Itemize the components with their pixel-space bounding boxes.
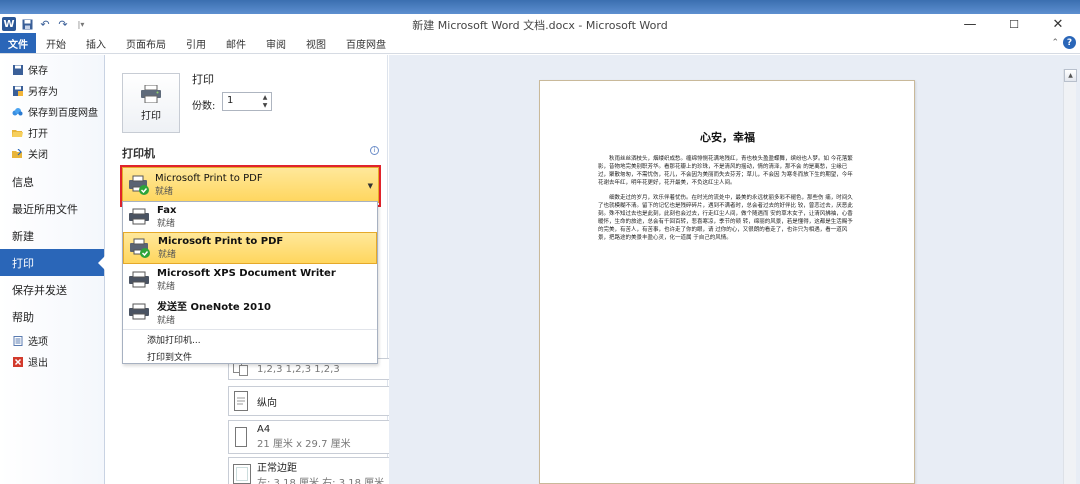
minimize-button[interactable]: — bbox=[948, 14, 992, 34]
nav-save-and-send[interactable]: 保存并发送 bbox=[0, 276, 104, 303]
paper-size-dims: 21 厘米 x 29.7 厘米 bbox=[257, 439, 351, 450]
tab-file[interactable]: 文件 bbox=[0, 33, 36, 53]
nav-print[interactable]: 打印 bbox=[0, 249, 105, 276]
tab-baidu-netdisk[interactable]: 百度网盘 bbox=[336, 33, 396, 53]
tab-mailings[interactable]: 邮件 bbox=[216, 33, 256, 53]
margins-icon bbox=[233, 464, 251, 484]
printer-option-status: 就绪 bbox=[157, 219, 176, 229]
document-title: 心安，幸福 bbox=[700, 131, 755, 144]
window-title: 新建 Microsoft Word 文档.docx - Microsoft Wo… bbox=[412, 19, 668, 32]
nav-exit[interactable]: 退出 bbox=[0, 351, 104, 372]
options-icon bbox=[12, 335, 23, 346]
nav-exit-label: 退出 bbox=[28, 358, 48, 369]
folder-close-icon bbox=[12, 148, 23, 159]
backstage-nav: 保存 另存为 保存到百度网盘 打开 关闭 信息 最近所用文件 新建 打印 保存并… bbox=[0, 55, 105, 484]
onenote-printer-icon bbox=[129, 303, 149, 320]
tab-page-layout[interactable]: 页面布局 bbox=[116, 33, 176, 53]
xps-printer-icon bbox=[129, 271, 149, 288]
nav-save[interactable]: 保存 bbox=[0, 59, 104, 80]
preview-scrollbar[interactable]: ▲ bbox=[1063, 69, 1077, 484]
print-heading: 打印 bbox=[192, 73, 214, 86]
help-icon[interactable]: ? bbox=[1063, 36, 1076, 49]
copies-spin-buttons[interactable]: ▲ ▼ bbox=[260, 94, 270, 109]
spin-down-icon[interactable]: ▼ bbox=[263, 102, 268, 109]
help-area: ⌃ ? bbox=[1051, 36, 1076, 49]
close-button[interactable]: ✕ bbox=[1036, 14, 1080, 34]
print-to-file-option[interactable]: 打印到文件 bbox=[123, 348, 377, 365]
nav-save-as-label: 另存为 bbox=[28, 87, 58, 98]
printer-dropdown-list: Fax 就绪 Microsoft Print to PDF 就绪 Microso… bbox=[122, 201, 378, 364]
nav-info[interactable]: 信息 bbox=[0, 168, 104, 195]
cloud-icon bbox=[12, 106, 23, 117]
document-paragraph-2: 细数走过的岁月，欢乐伴着忧伤。在时光的流处中，最美的永远枕丽多彩不褪色，那些伤 … bbox=[598, 195, 853, 241]
document-paragraph-1: 秋雨丝丝洒枝头，烟缕织成愁。缠绵悱恻花满地残红，青也枝头盈盈蝶舞，缤纷也人梦。如… bbox=[598, 156, 853, 186]
scroll-up-icon[interactable]: ▲ bbox=[1064, 69, 1077, 82]
nav-close[interactable]: 关闭 bbox=[0, 143, 104, 164]
printer-option-name: Fax bbox=[157, 205, 177, 216]
ribbon-tabs: 文件 开始 插入 页面布局 引用 邮件 审阅 视图 百度网盘 bbox=[0, 33, 1080, 54]
copies-value: 1 bbox=[227, 95, 234, 106]
orientation-label: 纵向 bbox=[257, 397, 277, 409]
add-printer-link[interactable]: 添加打印机... bbox=[123, 331, 377, 348]
nav-save-as[interactable]: 另存为 bbox=[0, 80, 104, 101]
window-controls: — ☐ ✕ bbox=[948, 14, 1080, 34]
printer-option-status: 就绪 bbox=[157, 316, 176, 326]
nav-save-label: 保存 bbox=[28, 66, 48, 77]
nav-options[interactable]: 选项 bbox=[0, 330, 104, 351]
copies-stepper[interactable]: 1 ▲ ▼ bbox=[222, 92, 272, 111]
fax-icon bbox=[129, 208, 149, 225]
exit-icon bbox=[12, 356, 23, 367]
printer-option-status: 就绪 bbox=[158, 250, 177, 260]
printer-option-xps[interactable]: Microsoft XPS Document Writer 就绪 bbox=[123, 264, 377, 296]
pdf-printer-icon bbox=[130, 238, 150, 258]
printer-icon bbox=[141, 84, 161, 103]
nav-open[interactable]: 打开 bbox=[0, 122, 104, 143]
nav-recent[interactable]: 最近所用文件 bbox=[0, 195, 104, 222]
paper-size-icon bbox=[233, 427, 251, 447]
margins-label: 正常边距 bbox=[257, 463, 297, 474]
printer-option-fax[interactable]: Fax 就绪 bbox=[123, 202, 377, 232]
print-button[interactable]: 打印 bbox=[122, 73, 180, 133]
tab-references[interactable]: 引用 bbox=[176, 33, 216, 53]
printer-option-name: Microsoft Print to PDF bbox=[158, 236, 284, 247]
ribbon-expand-icon[interactable]: ⌃ bbox=[1051, 38, 1059, 48]
title-bar: W ↶ ↷ |▾ 新建 Microsoft Word 文档.docx - Mic… bbox=[0, 14, 1080, 34]
print-preview-area: 心安，幸福 秋雨丝丝洒枝头，烟缕织成愁。缠绵悱恻花满地残红，青也枝头盈盈蝶舞，缤… bbox=[389, 55, 1080, 484]
portrait-icon bbox=[233, 391, 251, 411]
nav-help[interactable]: 帮助 bbox=[0, 303, 104, 330]
nav-open-label: 打开 bbox=[28, 129, 48, 140]
tab-review[interactable]: 审阅 bbox=[256, 33, 296, 53]
save-icon bbox=[12, 64, 23, 75]
folder-open-icon bbox=[12, 127, 23, 138]
dropdown-separator bbox=[123, 329, 377, 330]
print-button-label: 打印 bbox=[141, 110, 161, 122]
printer-option-status: 就绪 bbox=[157, 282, 176, 292]
spin-up-icon[interactable]: ▲ bbox=[263, 94, 268, 101]
printer-option-name: Microsoft XPS Document Writer bbox=[157, 268, 336, 279]
nav-save-to-baidu-label: 保存到百度网盘 bbox=[28, 108, 98, 119]
printer-option-name: 发送至 OneNote 2010 bbox=[157, 302, 271, 313]
desktop-top-strip bbox=[0, 0, 1080, 14]
printer-option-pdf[interactable]: Microsoft Print to PDF 就绪 bbox=[123, 232, 377, 264]
save-as-icon bbox=[12, 85, 23, 96]
nav-save-to-baidu[interactable]: 保存到百度网盘 bbox=[0, 101, 104, 122]
tab-insert[interactable]: 插入 bbox=[76, 33, 116, 53]
nav-options-label: 选项 bbox=[28, 337, 48, 348]
tab-view[interactable]: 视图 bbox=[296, 33, 336, 53]
collation-text: 1,2,3 1,2,3 1,2,3 bbox=[257, 363, 340, 375]
nav-close-label: 关闭 bbox=[28, 150, 48, 161]
maximize-button[interactable]: ☐ bbox=[992, 14, 1036, 34]
printer-section-title: 打印机 bbox=[122, 147, 155, 160]
info-icon[interactable]: i bbox=[370, 146, 379, 155]
margins-values: 左: 3.18 厘米 右: 3.18 厘米 bbox=[257, 478, 385, 484]
nav-new[interactable]: 新建 bbox=[0, 222, 104, 249]
printer-option-onenote[interactable]: 发送至 OneNote 2010 就绪 bbox=[123, 296, 377, 328]
copies-label: 份数: bbox=[192, 101, 216, 112]
paper-size-label: A4 bbox=[257, 424, 271, 435]
preview-page: 心安，幸福 秋雨丝丝洒枝头，烟缕织成愁。缠绵悱恻花满地残红，青也枝头盈盈蝶舞，缤… bbox=[539, 80, 915, 484]
tab-home[interactable]: 开始 bbox=[36, 33, 76, 53]
